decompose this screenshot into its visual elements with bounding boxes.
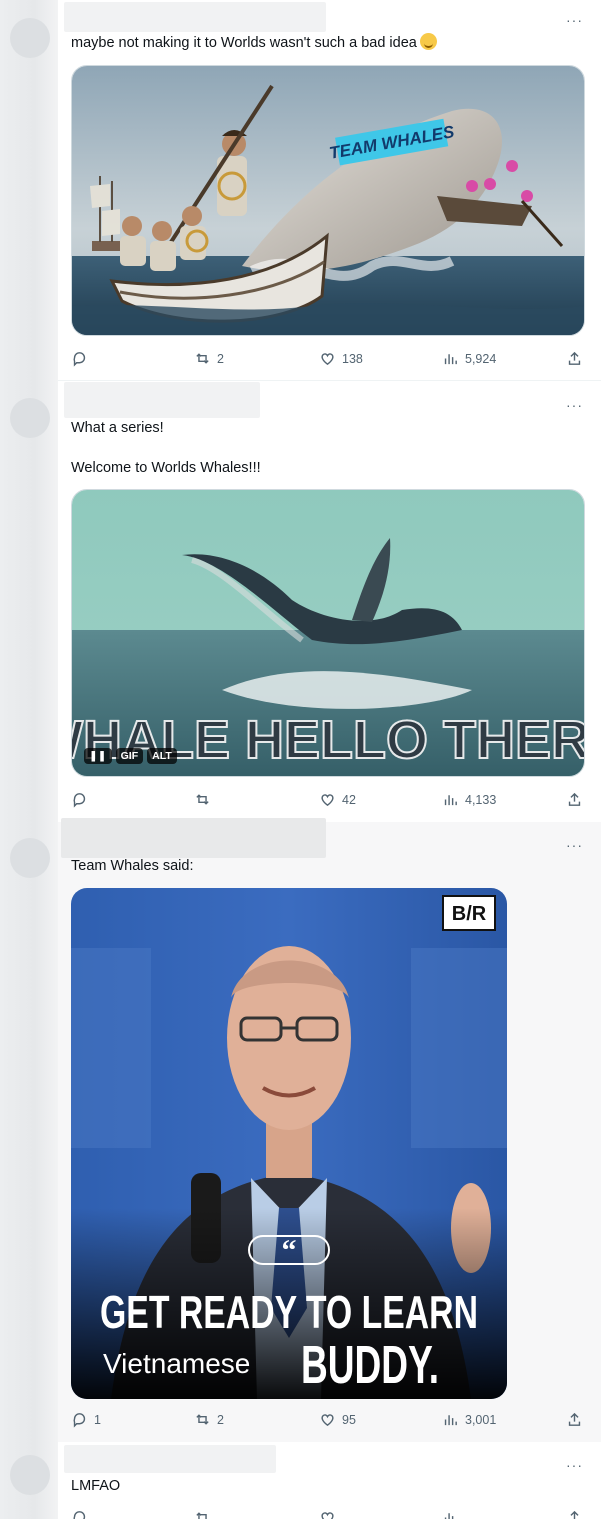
br-logo: B/R	[452, 903, 487, 925]
reply-icon	[73, 1511, 86, 1519]
reply-count: 1	[94, 1412, 101, 1427]
tweet[interactable]: ··· LMFAO	[58, 1443, 601, 1519]
share-icon	[570, 1510, 579, 1519]
tweet-gif[interactable]: WHALE HELLO THERE ❚❚ GIF ALT	[71, 489, 585, 777]
author-name-redacted[interactable]	[64, 2, 326, 32]
caption-line1: GET READY TO LEARN	[100, 1286, 478, 1338]
avatar[interactable]	[10, 398, 50, 438]
share-button[interactable]	[566, 1411, 583, 1428]
like-button[interactable]: 95	[319, 1411, 356, 1428]
views-button[interactable]: 4,133	[442, 791, 496, 808]
retweet-icon	[196, 794, 209, 805]
like-count: 138	[342, 351, 363, 366]
like-count: 42	[342, 792, 356, 807]
like-button[interactable]: 138	[319, 350, 363, 367]
more-options-icon[interactable]: ···	[566, 397, 583, 413]
views-button[interactable]: 5,924	[442, 350, 496, 367]
whaling-illustration: TEAM WHALES	[72, 66, 584, 335]
more-options-icon[interactable]: ···	[566, 12, 583, 28]
share-icon	[568, 1412, 581, 1426]
retweet-count: 2	[217, 1412, 224, 1427]
tweet-actions: 1 2 95 3,001	[71, 1411, 586, 1433]
view-count: 4,133	[465, 792, 497, 807]
reply-button[interactable]	[71, 350, 94, 367]
reply-button[interactable]	[71, 1509, 88, 1519]
tweet-actions: 42 4,133	[71, 791, 586, 813]
views-button[interactable]	[442, 1509, 459, 1519]
sweat-smile-emoji	[419, 33, 437, 50]
like-button[interactable]	[319, 1509, 336, 1519]
share-button[interactable]	[566, 1509, 583, 1519]
retweet-count: 2	[217, 351, 224, 366]
reply-button[interactable]: 1	[71, 1411, 101, 1428]
analytics-icon	[444, 1415, 457, 1426]
retweet-icon	[196, 353, 209, 364]
tweet-image[interactable]: B/R “ GET READY TO LEARN Vietnamese BUDD…	[71, 888, 507, 1399]
retweet-button[interactable]	[194, 791, 217, 808]
more-options-icon[interactable]: ···	[566, 837, 583, 853]
alt-badge[interactable]: ALT	[147, 748, 177, 764]
retweet-button[interactable]	[194, 1509, 211, 1519]
share-button[interactable]	[566, 350, 583, 367]
analytics-icon	[444, 795, 457, 806]
svg-text:“: “	[282, 1234, 297, 1267]
views-button[interactable]: 3,001	[442, 1411, 496, 1428]
tweet-image[interactable]: TEAM WHALES	[71, 65, 585, 336]
reply-button[interactable]	[71, 791, 94, 808]
heart-icon	[321, 353, 334, 366]
retweet-icon	[196, 1512, 207, 1519]
tweet-actions	[71, 1509, 586, 1519]
press-conference-image: B/R “ GET READY TO LEARN Vietnamese BUDD…	[71, 888, 507, 1399]
caption-buddy: BUDDY.	[301, 1335, 439, 1395]
avatar[interactable]	[10, 1455, 50, 1495]
heart-icon	[321, 1512, 334, 1519]
share-icon	[568, 351, 581, 365]
like-button[interactable]: 42	[319, 791, 356, 808]
analytics-icon	[444, 1513, 454, 1519]
author-name-redacted[interactable]	[64, 382, 260, 418]
heart-icon	[321, 1414, 334, 1427]
tweet-text: LMFAO	[71, 1478, 121, 1494]
more-options-icon[interactable]: ···	[566, 1457, 583, 1473]
avatar[interactable]	[10, 838, 50, 878]
author-name-redacted[interactable]	[64, 1445, 276, 1473]
tweet-actions: 2 138 5,924	[71, 350, 586, 372]
gif-badge: GIF	[115, 748, 144, 764]
reply-icon	[73, 793, 86, 808]
share-button[interactable]	[566, 791, 583, 808]
author-name-redacted[interactable]	[61, 818, 326, 858]
caption-vietnamese: Vietnamese	[103, 1348, 250, 1379]
tweet-text-line: Welcome to Worlds Whales!!!	[71, 460, 261, 476]
analytics-icon	[444, 354, 457, 365]
reply-icon	[73, 1413, 86, 1428]
share-icon	[568, 792, 581, 806]
whale-breach-gif: WHALE HELLO THERE	[72, 490, 584, 776]
gif-badges: ❚❚ GIF ALT	[84, 748, 177, 764]
view-count: 5,924	[465, 351, 497, 366]
retweet-button[interactable]: 2	[194, 1411, 224, 1428]
view-count: 3,001	[465, 1412, 497, 1427]
heart-icon	[321, 794, 334, 807]
tweet-text-line: What a series!	[71, 420, 164, 436]
retweet-button[interactable]: 2	[194, 350, 224, 367]
pause-icon[interactable]: ❚❚	[84, 748, 112, 764]
tweet-text: maybe not making it to Worlds wasn't suc…	[71, 33, 437, 53]
tweet[interactable]: ··· Team Whales said: B/R “ GET READY TO…	[58, 818, 601, 1442]
tweet[interactable]: ··· What a series! Welcome to Worlds Wha…	[58, 381, 601, 821]
reply-icon	[73, 352, 86, 367]
avatar-column	[0, 0, 58, 1519]
tweet-text: Team Whales said:	[71, 858, 194, 874]
tweet[interactable]: ··· maybe not making it to Worlds wasn't…	[58, 0, 601, 380]
retweet-icon	[196, 1414, 209, 1425]
avatar[interactable]	[10, 18, 50, 58]
like-count: 95	[342, 1412, 356, 1427]
